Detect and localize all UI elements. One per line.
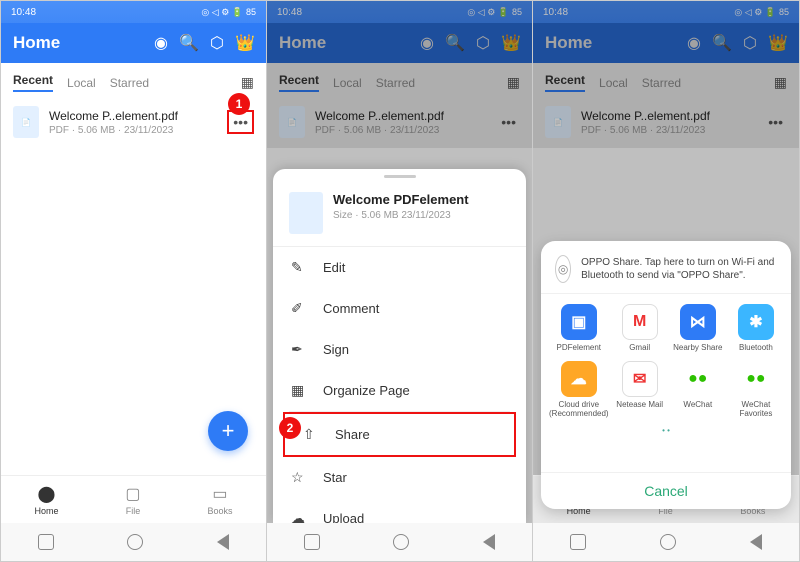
menu-star[interactable]: ☆Star <box>273 457 526 498</box>
oppo-share-text: OPPO Share. Tap here to turn on Wi-Fi an… <box>581 256 777 282</box>
share-icon: ⇧ <box>303 426 321 443</box>
menu-comment[interactable]: ✐Comment <box>273 288 526 329</box>
wechat-fav-icon: ●● <box>738 361 774 397</box>
oppo-share-row[interactable]: ◎ OPPO Share. Tap here to turn on Wi-Fi … <box>541 241 791 294</box>
pdf-thumb-icon <box>289 192 323 234</box>
back-button[interactable] <box>483 534 495 550</box>
pdfelement-icon: ▣ <box>561 304 597 340</box>
menu-organize[interactable]: ▦Organize Page <box>273 370 526 411</box>
status-bar: 10:48 ◎ ◁ ⚙ 🔋85 <box>1 1 266 23</box>
nav-file[interactable]: ▢File <box>125 484 140 516</box>
action-sheet: Welcome PDFelement Size · 5.06 MB 23/11/… <box>273 169 526 523</box>
callout-1: 1 <box>228 93 250 115</box>
app-cloud[interactable]: ☁Cloud drive (Recommended) <box>549 361 609 419</box>
menu-edit[interactable]: ✎Edit <box>273 247 526 288</box>
recent-apps-button[interactable] <box>570 534 586 550</box>
screen-home: 10:48 ◎ ◁ ⚙ 🔋85 Home ◉ 🔍 ⬡ 👑 Recent Loca… <box>1 1 267 561</box>
file-icon: ▢ <box>125 484 140 504</box>
wechat-icon: ●● <box>680 361 716 397</box>
status-time: 10:48 <box>11 7 36 18</box>
page-dots: • • <box>541 424 791 437</box>
app-bluetooth[interactable]: ✱Bluetooth <box>729 304 783 353</box>
books-icon: ▭ <box>212 484 227 504</box>
grid-view-icon[interactable]: ▦ <box>241 74 254 91</box>
file-name: Welcome P..element.pdf <box>49 109 217 123</box>
screen-share: 10:48 ◎ ◁ ⚙ 🔋85 Home ◉🔍⬡👑 Recent Local S… <box>533 1 799 561</box>
nav-books[interactable]: ▭Books <box>207 484 232 516</box>
app-gmail[interactable]: MGmail <box>613 304 667 353</box>
tab-recent[interactable]: Recent <box>13 73 53 92</box>
status-icons: ◎ ◁ ⚙ 🔋85 <box>201 7 256 18</box>
file-row[interactable]: 📄 Welcome P..element.pdf PDF · 5.06 MB ·… <box>1 96 266 148</box>
app-nearby[interactable]: ⋈Nearby Share <box>671 304 725 353</box>
app-wechat[interactable]: ●●WeChat <box>671 361 725 419</box>
system-nav <box>1 523 266 561</box>
app-netease[interactable]: ✉Netease Mail <box>613 361 667 419</box>
pdf-thumb-icon: 📄 <box>13 106 39 138</box>
comment-icon: ✐ <box>291 300 309 317</box>
oppo-share-icon: ◎ <box>555 255 571 283</box>
gmail-icon: M <box>622 304 658 340</box>
callout-2: 2 <box>279 417 301 439</box>
eye-icon[interactable]: ◉ <box>152 34 170 52</box>
star-icon: ☆ <box>291 469 309 486</box>
share-sheet: ◎ OPPO Share. Tap here to turn on Wi-Fi … <box>541 241 791 509</box>
netease-icon: ✉ <box>622 361 658 397</box>
edit-icon: ✎ <box>291 259 309 276</box>
home-button[interactable] <box>127 534 143 550</box>
file-meta: PDF · 5.06 MB · 23/11/2023 <box>49 125 217 136</box>
home-icon: ⬤ <box>38 484 56 504</box>
back-button[interactable] <box>217 534 229 550</box>
recent-apps-button[interactable] <box>38 534 54 550</box>
tab-starred[interactable]: Starred <box>110 76 149 90</box>
bottom-nav: ⬤Home ▢File ▭Books <box>1 475 266 523</box>
cloud-icon: ☁ <box>561 361 597 397</box>
nearby-icon: ⋈ <box>680 304 716 340</box>
app-pdfelement[interactable]: ▣PDFelement <box>549 304 609 353</box>
recent-apps-button[interactable] <box>304 534 320 550</box>
organize-icon: ▦ <box>291 382 309 399</box>
home-button[interactable] <box>660 534 676 550</box>
app-wechat-fav[interactable]: ●●WeChat Favorites <box>729 361 783 419</box>
tab-local[interactable]: Local <box>67 76 96 90</box>
sign-icon: ✒ <box>291 341 309 358</box>
screen-actions: 10:48 ◎ ◁ ⚙ 🔋85 Home ◉ 🔍 ⬡ 👑 Recent Loca… <box>267 1 533 561</box>
nav-home[interactable]: ⬤Home <box>34 484 58 516</box>
app-header: Home ◉ 🔍 ⬡ 👑 <box>1 23 266 63</box>
search-icon[interactable]: 🔍 <box>180 34 198 52</box>
sheet-file-name: Welcome PDFelement <box>333 192 469 207</box>
cancel-button[interactable]: Cancel <box>541 472 791 509</box>
tabs: Recent Local Starred ▦ <box>1 63 266 96</box>
page-title: Home <box>13 33 60 53</box>
add-fab[interactable]: + <box>208 411 248 451</box>
bluetooth-icon: ✱ <box>738 304 774 340</box>
crown-icon[interactable]: 👑 <box>236 34 254 52</box>
sheet-file-meta: Size · 5.06 MB 23/11/2023 <box>333 210 469 221</box>
menu-sign[interactable]: ✒Sign <box>273 329 526 370</box>
home-button[interactable] <box>393 534 409 550</box>
settings-icon[interactable]: ⬡ <box>208 34 226 52</box>
sheet-handle[interactable] <box>384 175 416 178</box>
back-button[interactable] <box>750 534 762 550</box>
menu-share[interactable]: ⇧Share <box>283 412 516 457</box>
